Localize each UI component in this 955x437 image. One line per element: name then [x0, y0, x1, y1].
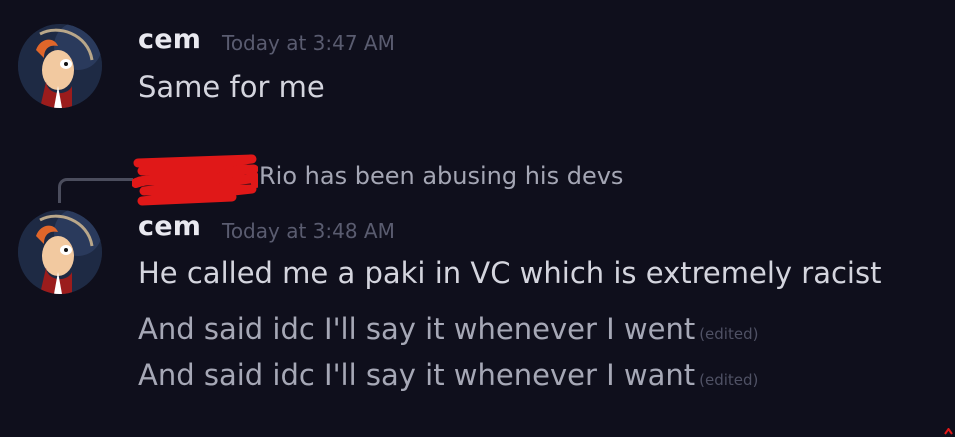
- message-timestamp: Today at 3:48 AM: [222, 219, 395, 243]
- user-avatar[interactable]: [18, 210, 102, 294]
- message-line: And said idc I'll say it whenever I went: [138, 312, 696, 346]
- avatar-cartoon-icon: [18, 210, 102, 294]
- avatar-cartoon-icon: [18, 24, 102, 108]
- edited-label: (edited): [699, 325, 759, 343]
- message-author[interactable]: cem: [138, 24, 201, 55]
- corner-indicator-icon: [944, 428, 953, 435]
- chat-message-list: cem Today at 3:47 AM Same for me Rio has…: [0, 0, 955, 437]
- reply-connector: [58, 178, 133, 203]
- message-text: Same for me: [138, 70, 325, 104]
- user-avatar[interactable]: [18, 24, 102, 108]
- message-timestamp: Today at 3:47 AM: [222, 31, 395, 55]
- message-text-edited: And said idc I'll say it whenever I went…: [138, 312, 758, 346]
- edited-label: (edited): [699, 371, 759, 389]
- message-text-edited: And said idc I'll say it whenever I want…: [138, 358, 758, 392]
- message-author[interactable]: cem: [138, 211, 201, 242]
- reply-preview-text[interactable]: Rio has been abusing his devs: [259, 162, 623, 190]
- message-line: And said idc I'll say it whenever I want: [138, 358, 696, 392]
- red-scribble-redaction: [132, 154, 258, 206]
- message-text: He called me a paki in VC which is extre…: [138, 256, 882, 290]
